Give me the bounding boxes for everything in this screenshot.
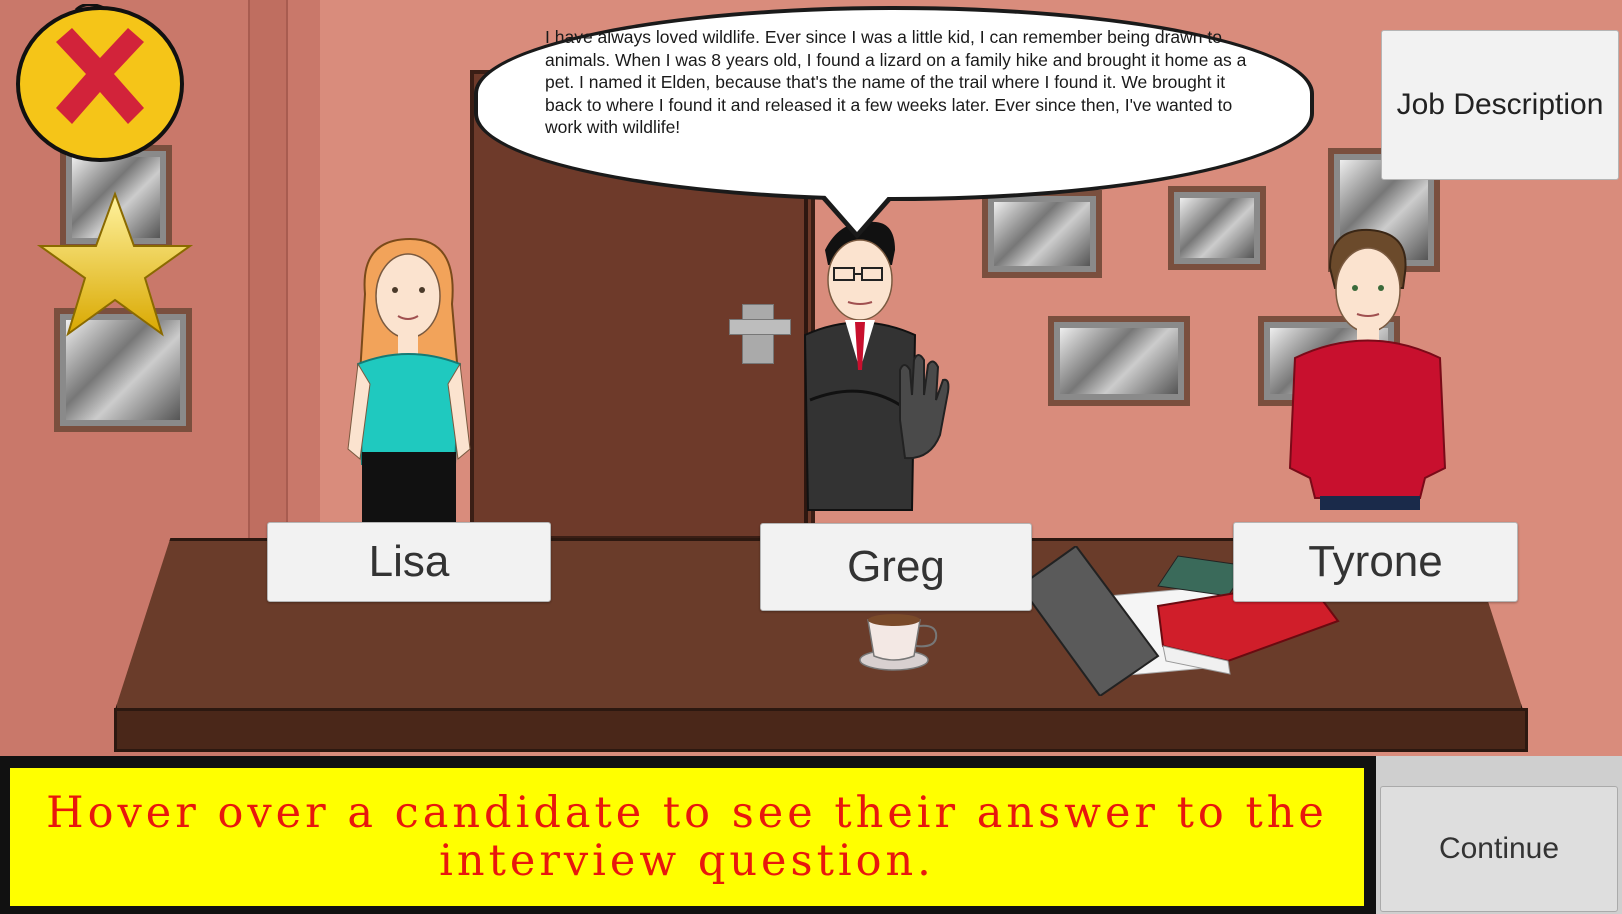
candidate-tyrone-figure[interactable] bbox=[1275, 228, 1465, 528]
wall-picture bbox=[1168, 186, 1266, 270]
continue-button[interactable]: Continue bbox=[1380, 786, 1618, 912]
desk-front bbox=[114, 708, 1528, 752]
candidate-greg-figure[interactable] bbox=[800, 220, 990, 530]
door-handle bbox=[729, 319, 791, 335]
stop-hand-icon bbox=[899, 354, 950, 460]
candidate-button-tyrone[interactable]: Tyrone bbox=[1233, 522, 1518, 602]
wall-picture bbox=[982, 190, 1102, 278]
instruction-text: Hover over a candidate to see their answ… bbox=[8, 766, 1366, 908]
wall-picture bbox=[1048, 316, 1190, 406]
game-scene: I have always loved wildlife. Ever since… bbox=[0, 0, 1622, 914]
speech-bubble-tail bbox=[822, 192, 892, 232]
job-description-button[interactable]: Job Description bbox=[1381, 30, 1619, 180]
candidate-answer-text: I have always loved wildlife. Ever since… bbox=[545, 27, 1247, 137]
star-icon bbox=[36, 191, 194, 337]
candidate-lisa-figure[interactable] bbox=[340, 234, 480, 534]
close-button[interactable] bbox=[14, 4, 186, 162]
candidate-button-lisa[interactable]: Lisa bbox=[267, 522, 551, 602]
coffee-mug bbox=[859, 614, 938, 671]
wall-pillar bbox=[248, 0, 288, 540]
candidate-button-greg[interactable]: Greg bbox=[760, 523, 1032, 611]
